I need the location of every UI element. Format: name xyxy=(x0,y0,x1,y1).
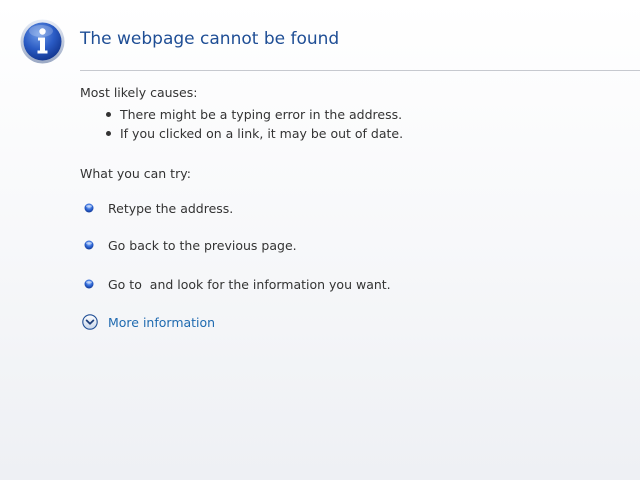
more-information-link[interactable]: More information xyxy=(82,312,215,332)
page-title: The webpage cannot be found xyxy=(80,29,340,49)
try-item-retype: Retype the address. xyxy=(84,198,233,218)
header-divider xyxy=(80,70,640,71)
info-icon xyxy=(20,19,65,64)
more-information-label[interactable]: More information xyxy=(108,315,215,330)
try-item-go-back: Go back to the previous page. xyxy=(84,235,297,255)
blue-bullet-icon xyxy=(84,203,94,213)
bullet-dot-icon xyxy=(106,112,111,117)
cause-item: If you clicked on a link, it may be out … xyxy=(104,124,403,143)
blue-bullet-icon xyxy=(84,279,94,289)
causes-list: There might be a typing error in the add… xyxy=(104,105,403,143)
causes-heading: Most likely causes: xyxy=(80,85,198,100)
chevron-down-circle-icon[interactable] xyxy=(82,314,98,330)
try-item-go-to: Go to and look for the information you w… xyxy=(84,274,391,294)
try-text: Go back to the previous page. xyxy=(108,237,297,253)
try-text: Go to and look for the information you w… xyxy=(108,276,391,292)
bullet-dot-icon xyxy=(106,131,111,136)
blue-bullet-icon xyxy=(84,240,94,250)
cause-text: There might be a typing error in the add… xyxy=(120,107,403,122)
cause-item: There might be a typing error in the add… xyxy=(104,105,403,124)
try-heading: What you can try: xyxy=(80,166,191,181)
cause-text: If you clicked on a link, it may be out … xyxy=(120,126,404,141)
try-text: Retype the address. xyxy=(108,200,234,216)
